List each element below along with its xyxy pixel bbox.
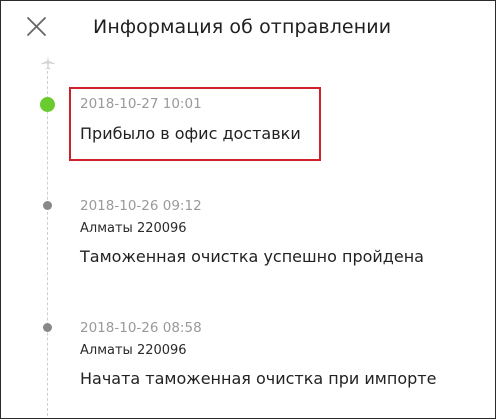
page-title: Информация об отправлении bbox=[93, 16, 392, 38]
event-location: Алматы 220096 bbox=[80, 343, 187, 358]
timeline-dot-past bbox=[43, 323, 52, 332]
close-button[interactable] bbox=[23, 13, 51, 41]
airplane-icon bbox=[40, 55, 56, 71]
timeline-dot-past bbox=[43, 201, 52, 210]
event-status: Таможенная очистка успешно пройдена bbox=[80, 247, 424, 266]
event-status: Начата таможенная очистка при импорте bbox=[80, 369, 437, 388]
timeline-dot-current bbox=[40, 97, 55, 112]
shipment-info-screen: Информация об отправлении 2018-10-27 10:… bbox=[0, 0, 496, 419]
highlight-box bbox=[69, 87, 321, 161]
timeline-event: 2018-10-26 09:12 Алматы 220096 Таможенна… bbox=[80, 197, 424, 268]
event-location: Алматы 220096 bbox=[80, 221, 187, 236]
event-timestamp: 2018-10-26 08:58 bbox=[80, 320, 202, 336]
timeline-line bbox=[47, 71, 49, 418]
timeline-event: 2018-10-26 08:58 Алматы 220096 Начата та… bbox=[80, 319, 436, 390]
event-timestamp: 2018-10-26 09:12 bbox=[80, 198, 202, 214]
close-icon[interactable] bbox=[23, 13, 51, 41]
